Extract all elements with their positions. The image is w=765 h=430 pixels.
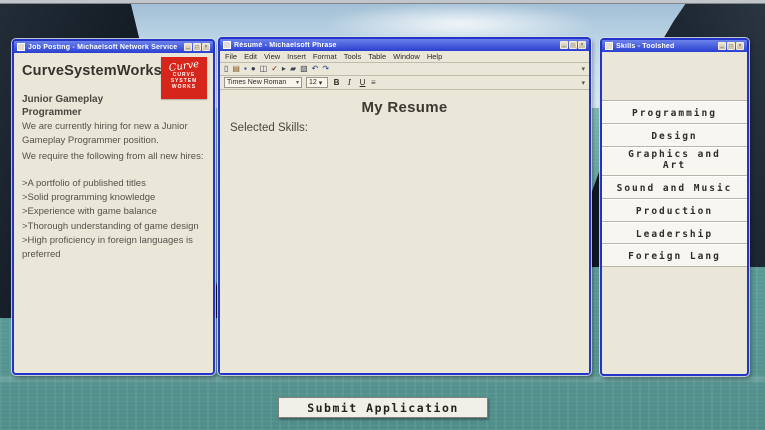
skill-button-label: Production bbox=[635, 205, 714, 217]
window-icon bbox=[223, 41, 231, 49]
underline-button[interactable]: U bbox=[358, 78, 367, 87]
job-intro-paragraph: We require the following from all new hi… bbox=[22, 150, 204, 162]
window-icon bbox=[17, 43, 25, 51]
skills-window-titlebar[interactable]: Skills - Toolshed _ □ × bbox=[602, 40, 747, 52]
copy-icon[interactable]: ▰ bbox=[290, 65, 296, 73]
open-icon[interactable]: ▤ bbox=[232, 65, 240, 73]
redo-icon[interactable]: ↷ bbox=[322, 65, 329, 73]
selected-skills-label: Selected Skills: bbox=[230, 122, 308, 134]
close-button[interactable]: × bbox=[202, 43, 210, 51]
job-requirements-list: >A portfolio of published titles >Solid … bbox=[22, 177, 205, 263]
italic-button[interactable]: I bbox=[345, 78, 354, 87]
document-title: My Resume bbox=[361, 99, 448, 116]
undo-icon[interactable]: ↶ bbox=[312, 65, 319, 73]
resume-window-title: Résumé - Michaelsoft Phrase bbox=[234, 41, 337, 49]
font-family-value: Times New Roman bbox=[227, 79, 287, 86]
font-size-value: 12 bbox=[309, 79, 317, 86]
window-controls: _ □ × bbox=[718, 42, 744, 50]
menu-tools[interactable]: Tools bbox=[344, 52, 362, 61]
company-logo: Curve CURVE SYSTEM WORKS bbox=[161, 57, 207, 99]
paste-icon[interactable]: ▧ bbox=[300, 65, 308, 73]
submit-application-button[interactable]: Submit Application bbox=[278, 397, 488, 418]
window-controls: _ □ × bbox=[560, 41, 586, 49]
skill-button-label: Foreign Lang bbox=[628, 251, 721, 263]
skill-button-graphics-art[interactable]: Graphics and Art bbox=[602, 146, 747, 176]
maximize-button[interactable]: □ bbox=[193, 43, 201, 51]
font-family-select[interactable]: Times New Roman ▾ bbox=[224, 77, 302, 88]
skill-button-label: Sound and Music bbox=[616, 182, 733, 194]
font-size-select[interactable]: 12 ▾ bbox=[306, 77, 328, 88]
document-editing-area[interactable]: My Resume Selected Skills: bbox=[220, 90, 589, 373]
skills-window: Skills - Toolshed _ □ × Programming Desi… bbox=[600, 38, 749, 376]
job-posting-content: CurveSystemWorks Curve CURVE SYSTEM WORK… bbox=[14, 53, 213, 373]
screen-top-strip bbox=[0, 0, 765, 4]
align-left-icon[interactable]: ≡ bbox=[371, 78, 376, 87]
skill-button-leadership[interactable]: Leadership bbox=[602, 221, 747, 245]
maximize-button[interactable]: □ bbox=[569, 41, 577, 49]
skill-list: Programming Design Graphics and Art Soun… bbox=[602, 100, 747, 268]
close-button[interactable]: × bbox=[578, 41, 586, 49]
toolbar-more-icon[interactable]: ▾ bbox=[581, 79, 585, 87]
foam-band bbox=[0, 376, 765, 382]
job-requirement: >Experience with game balance bbox=[22, 206, 157, 218]
close-button[interactable]: × bbox=[736, 42, 744, 50]
menu-bar: File Edit View Insert Format Tools Table… bbox=[220, 51, 589, 63]
window-controls: _ □ × bbox=[184, 43, 210, 51]
minimize-button[interactable]: _ bbox=[184, 43, 192, 51]
print-preview-icon[interactable]: ◫ bbox=[260, 65, 268, 73]
menu-help[interactable]: Help bbox=[427, 52, 442, 61]
job-window-title: Job Posting - Michaelsoft Network Servic… bbox=[28, 43, 178, 51]
menu-edit[interactable]: Edit bbox=[244, 52, 257, 61]
spelling-check-icon[interactable]: ✓ bbox=[271, 65, 278, 73]
formatting-toolbar: Times New Roman ▾ 12 ▾ B I U ≡ ▾ bbox=[220, 76, 589, 90]
job-requirement: >Thorough understanding of game design bbox=[22, 220, 199, 232]
window-icon bbox=[605, 42, 613, 50]
job-intro-paragraph: We are currently hiring for new a Junior… bbox=[22, 121, 188, 147]
save-icon[interactable]: ▪ bbox=[244, 65, 247, 73]
skill-button-label: Programming bbox=[632, 108, 717, 119]
skill-button-label: Graphics and Art bbox=[628, 148, 721, 171]
job-requirement: >A portfolio of published titles bbox=[22, 177, 146, 189]
position-heading: Junior Gameplay Programmer bbox=[22, 94, 104, 118]
menu-window[interactable]: Window bbox=[393, 52, 420, 61]
resume-window-titlebar[interactable]: Résumé - Michaelsoft Phrase _ □ × bbox=[220, 39, 589, 51]
new-document-icon[interactable]: ▯ bbox=[224, 65, 228, 73]
job-requirement: >Solid programming knowledge bbox=[22, 192, 156, 203]
bold-button[interactable]: B bbox=[332, 78, 341, 87]
company-logo-line: WORKS bbox=[171, 84, 197, 90]
print-icon[interactable]: ● bbox=[251, 65, 256, 73]
skill-button-label: Leadership bbox=[635, 228, 714, 240]
minimize-button[interactable]: _ bbox=[718, 42, 726, 50]
standard-toolbar: ▯ ▤ ▪ ● ◫ ✓ ▸ ▰ ▧ ↶ ↷ ▾ bbox=[220, 63, 589, 76]
job-requirement: >High proficiency in foreign languages i… bbox=[22, 234, 193, 260]
resume-window: Résumé - Michaelsoft Phrase _ □ × File E… bbox=[218, 37, 591, 375]
menu-insert[interactable]: Insert bbox=[287, 52, 306, 61]
menu-view[interactable]: View bbox=[264, 52, 280, 61]
skills-window-title: Skills - Toolshed bbox=[616, 42, 675, 50]
skill-button-design[interactable]: Design bbox=[602, 123, 747, 147]
minimize-button[interactable]: _ bbox=[560, 41, 568, 49]
skill-button-label: Design bbox=[651, 130, 698, 142]
skills-window-body: Programming Design Graphics and Art Soun… bbox=[602, 52, 747, 374]
menu-file[interactable]: File bbox=[225, 52, 237, 61]
skill-button-programming[interactable]: Programming bbox=[602, 101, 747, 124]
menu-format[interactable]: Format bbox=[313, 52, 337, 61]
cut-icon[interactable]: ▸ bbox=[282, 65, 286, 73]
skill-button-production[interactable]: Production bbox=[602, 198, 747, 222]
chevron-down-icon: ▾ bbox=[318, 79, 323, 87]
chevron-down-icon: ▾ bbox=[295, 80, 299, 86]
maximize-button[interactable]: □ bbox=[727, 42, 735, 50]
skill-button-foreign-lang[interactable]: Foreign Lang bbox=[602, 244, 747, 268]
toolbar-more-icon[interactable]: ▾ bbox=[581, 65, 585, 73]
skill-button-sound-music[interactable]: Sound and Music bbox=[602, 175, 747, 199]
menu-table[interactable]: Table bbox=[368, 52, 386, 61]
job-posting-window: Job Posting - Michaelsoft Network Servic… bbox=[12, 39, 215, 375]
job-window-titlebar[interactable]: Job Posting - Michaelsoft Network Servic… bbox=[14, 41, 213, 53]
